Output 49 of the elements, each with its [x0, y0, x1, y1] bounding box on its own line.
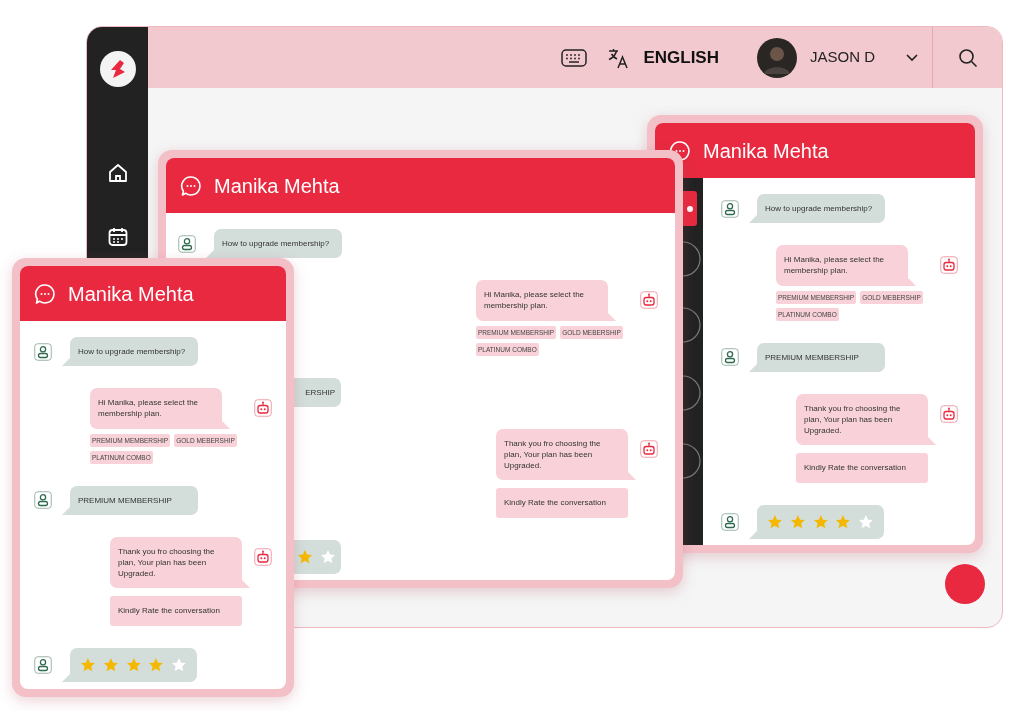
user-icon	[178, 234, 196, 253]
logo-icon[interactable]	[99, 51, 136, 87]
filled-star-icon[interactable]	[125, 656, 142, 673]
filled-star-icon[interactable]	[297, 548, 313, 565]
empty-star-icon[interactable]	[858, 513, 874, 530]
filled-star-icon[interactable]	[102, 656, 119, 673]
chat-title: Manika Mehta	[214, 173, 340, 199]
chat-bubble: Kindly Rate the conversation	[110, 596, 242, 626]
bubble-tail	[628, 472, 636, 481]
user-icon	[34, 491, 52, 510]
avatar-icon[interactable]	[757, 37, 797, 78]
bubble-tail	[928, 437, 936, 446]
bubble-tail	[242, 580, 250, 589]
filled-star-icon[interactable]	[835, 513, 852, 530]
robot-icon	[640, 439, 658, 458]
user-icon	[34, 342, 52, 361]
chat-bubble: Kindly Rate the conversation	[796, 453, 928, 483]
user-icon	[721, 512, 739, 531]
keyboard-icon[interactable]	[561, 48, 588, 67]
bubble-tail	[62, 358, 70, 367]
chevron-icon[interactable]	[905, 52, 919, 63]
user-icon	[721, 348, 739, 367]
empty-star-icon[interactable]	[320, 548, 336, 565]
language-label[interactable]: ENGLISH	[643, 44, 719, 71]
chat-icon	[34, 282, 56, 305]
user-icon	[34, 655, 52, 674]
chat-title: Manika Mehta	[703, 138, 829, 164]
user-icon	[721, 199, 739, 218]
chat-icon	[180, 174, 202, 197]
translate-icon[interactable]	[607, 46, 630, 69]
filled-star-icon[interactable]	[80, 656, 96, 673]
filled-star-icon[interactable]	[812, 513, 829, 530]
robot-icon	[254, 547, 272, 566]
chat-bubble: ERSHIP	[293, 377, 341, 407]
search-icon[interactable]	[957, 47, 978, 68]
bubble-tail	[749, 363, 757, 372]
filled-star-icon[interactable]	[789, 513, 806, 530]
robot-icon	[940, 256, 958, 275]
robot-icon	[640, 291, 658, 310]
chat-bubble: Kindly Rate the conversation	[496, 488, 628, 518]
chat-title: Manika Mehta	[68, 281, 194, 307]
bubble-tail	[62, 506, 70, 515]
empty-star-icon[interactable]	[171, 656, 187, 673]
user-name[interactable]: JASON D	[810, 46, 875, 69]
robot-icon	[254, 399, 272, 418]
filled-star-icon[interactable]	[148, 656, 165, 673]
robot-icon	[940, 404, 958, 423]
bubble-tail	[749, 215, 757, 224]
filled-star-icon[interactable]	[767, 513, 783, 530]
